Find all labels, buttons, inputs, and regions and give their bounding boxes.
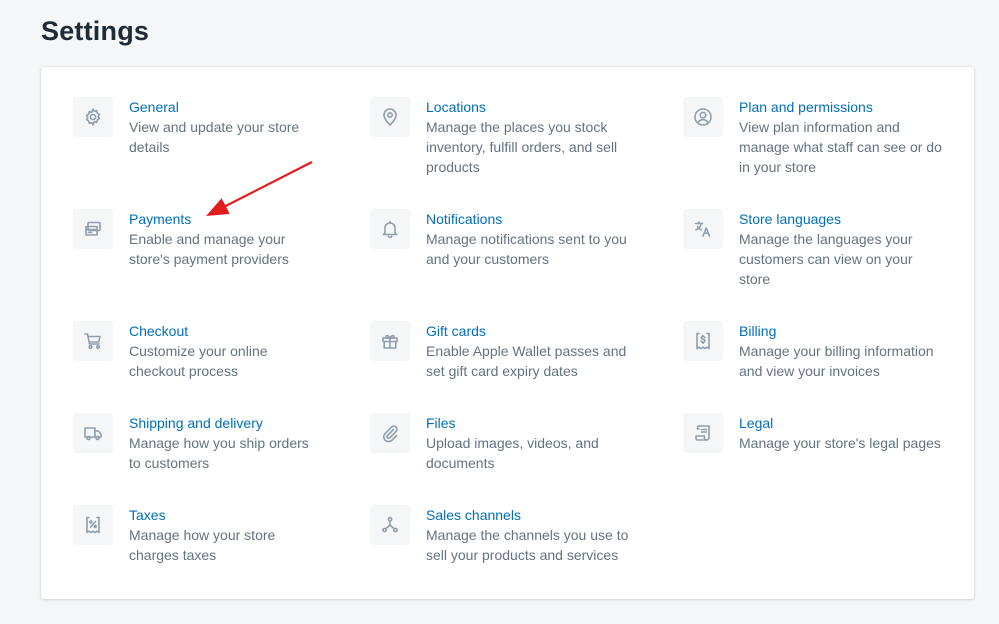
settings-item-billing[interactable]: Billing Manage your billing information … xyxy=(683,321,953,381)
settings-item-title[interactable]: Files xyxy=(426,413,606,433)
settings-item-files[interactable]: Files Upload images, videos, and documen… xyxy=(370,413,650,473)
settings-item-title[interactable]: Plan and permissions xyxy=(739,97,949,117)
receipt-percent-icon xyxy=(73,505,113,545)
settings-item-gift-cards[interactable]: Gift cards Enable Apple Wallet passes an… xyxy=(370,321,650,381)
cart-icon xyxy=(73,321,113,361)
payment-cards-icon xyxy=(73,209,113,249)
settings-item-plan-permissions[interactable]: Plan and permissions View plan informati… xyxy=(683,97,953,177)
settings-item-title[interactable]: General xyxy=(129,97,319,117)
settings-item-title[interactable]: Payments xyxy=(129,209,319,229)
settings-item-description: Customize your online checkout process xyxy=(129,343,268,379)
settings-item-store-languages[interactable]: Store languages Manage the languages you… xyxy=(683,209,953,289)
settings-item-description: Manage your billing information and view… xyxy=(739,343,934,379)
settings-item-description: Upload images, videos, and documents xyxy=(426,435,599,471)
settings-item-description: Manage the channels you use to sell your… xyxy=(426,527,629,563)
settings-item-general[interactable]: General View and update your store detai… xyxy=(73,97,333,157)
settings-item-title[interactable]: Shipping and delivery xyxy=(129,413,319,433)
paperclip-icon xyxy=(370,413,410,453)
settings-item-title[interactable]: Taxes xyxy=(129,505,289,525)
settings-item-description: Enable Apple Wallet passes and set gift … xyxy=(426,343,627,379)
settings-item-description: Manage how your store charges taxes xyxy=(129,527,276,563)
settings-item-locations[interactable]: Locations Manage the places you stock in… xyxy=(370,97,650,177)
settings-item-title[interactable]: Notifications xyxy=(426,209,641,229)
settings-item-description: Enable and manage your store's payment p… xyxy=(129,231,289,267)
document-icon xyxy=(683,413,723,453)
receipt-dollar-icon xyxy=(683,321,723,361)
settings-item-description: Manage the languages your customers can … xyxy=(739,231,913,287)
settings-item-shipping-delivery[interactable]: Shipping and delivery Manage how you shi… xyxy=(73,413,333,473)
settings-item-title[interactable]: Checkout xyxy=(129,321,289,341)
settings-item-title[interactable]: Gift cards xyxy=(426,321,631,341)
settings-item-description: View plan information and manage what st… xyxy=(739,119,942,175)
location-pin-icon xyxy=(370,97,410,137)
settings-item-title[interactable]: Billing xyxy=(739,321,949,341)
settings-item-taxes[interactable]: Taxes Manage how your store charges taxe… xyxy=(73,505,333,565)
settings-item-sales-channels[interactable]: Sales channels Manage the channels you u… xyxy=(370,505,650,565)
settings-item-description: Manage how you ship orders to customers xyxy=(129,435,309,471)
settings-item-title[interactable]: Locations xyxy=(426,97,631,117)
settings-item-title[interactable]: Sales channels xyxy=(426,505,636,525)
settings-item-payments[interactable]: Payments Enable and manage your store's … xyxy=(73,209,333,269)
settings-item-title[interactable]: Legal xyxy=(739,413,954,433)
settings-item-notifications[interactable]: Notifications Manage notifications sent … xyxy=(370,209,650,269)
truck-icon xyxy=(73,413,113,453)
settings-card: General View and update your store detai… xyxy=(41,67,974,599)
translate-icon xyxy=(683,209,723,249)
bell-icon xyxy=(370,209,410,249)
settings-item-description: Manage the places you stock inventory, f… xyxy=(426,119,618,175)
settings-item-title[interactable]: Store languages xyxy=(739,209,929,229)
settings-item-description: View and update your store details xyxy=(129,119,300,155)
gift-icon xyxy=(370,321,410,361)
settings-item-description: Manage your store's legal pages xyxy=(739,435,941,451)
gear-icon xyxy=(73,97,113,137)
channels-icon xyxy=(370,505,410,545)
settings-item-legal[interactable]: Legal Manage your store's legal pages xyxy=(683,413,953,453)
settings-item-checkout[interactable]: Checkout Customize your online checkout … xyxy=(73,321,333,381)
settings-item-description: Manage notifications sent to you and you… xyxy=(426,231,627,267)
page-title: Settings xyxy=(41,16,150,46)
user-circle-icon xyxy=(683,97,723,137)
